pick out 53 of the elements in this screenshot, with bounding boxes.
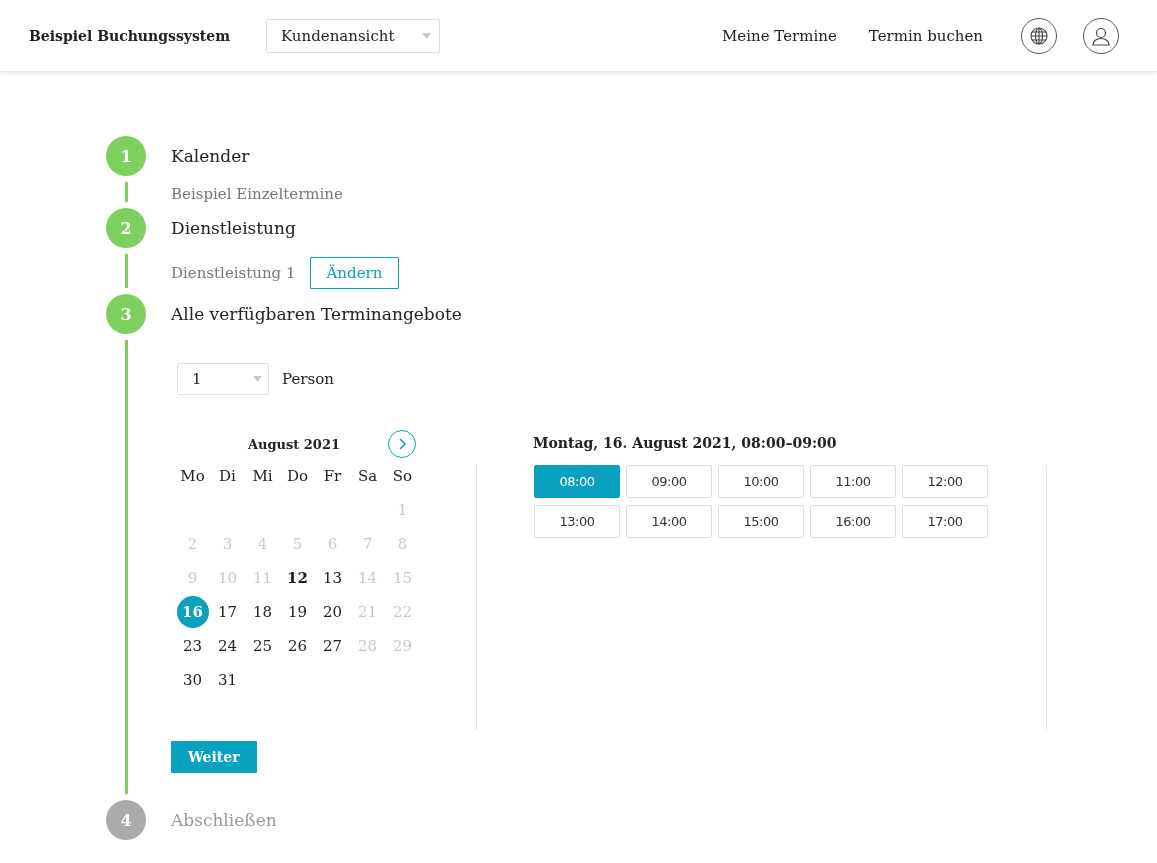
weekday-label: Do [286, 466, 309, 487]
step-summary: Beispiel Einzeltermine [171, 185, 343, 203]
brand-name: Beispiel Buchungssystem [29, 27, 230, 44]
step-summary: Dienstleistung 1 [171, 264, 296, 282]
view-select[interactable]: Kundenansicht [266, 18, 440, 53]
next-month-button[interactable] [388, 430, 416, 458]
time-slot[interactable]: 11:00 [810, 465, 896, 498]
weekday-label: So [392, 466, 413, 487]
weekday-label: Mi [252, 466, 273, 487]
calendar-day[interactable]: 27 [316, 630, 349, 662]
weekday-label: Fr [323, 466, 342, 487]
step-number: 3 [106, 294, 146, 334]
calendar-day[interactable]: 17 [211, 596, 244, 628]
calendar-day[interactable]: 31 [211, 664, 244, 696]
time-slot[interactable]: 14:00 [626, 505, 712, 538]
time-slot[interactable]: 15:00 [718, 505, 804, 538]
user-icon[interactable] [1083, 17, 1119, 54]
calendar-day[interactable]: 23 [176, 630, 209, 662]
month-title: August 2021 [247, 436, 340, 452]
calendar-day[interactable]: 19 [281, 596, 314, 628]
calendar-day[interactable]: 25 [246, 630, 279, 662]
time-slot[interactable]: 12:00 [902, 465, 988, 498]
step-title: Kalender [171, 146, 250, 166]
time-slot[interactable]: 10:00 [718, 465, 804, 498]
nav-link[interactable]: Meine Termine [722, 26, 837, 45]
persons-label: Person [282, 370, 334, 388]
chevron-right-icon [397, 438, 407, 450]
caret-icon [422, 32, 431, 39]
time-slot[interactable]: 16:00 [810, 505, 896, 538]
weekday-label: Mo [180, 466, 205, 487]
weekday-label: Di [219, 466, 236, 487]
caret-icon [253, 376, 262, 382]
step-title: Dienstleistung [171, 218, 296, 238]
calendar-day[interactable]: 20 [316, 596, 349, 628]
calendar-day[interactable]: 24 [211, 630, 244, 662]
selected-slot-title: Montag, 16. August 2021, 08:00–09:00 [533, 435, 838, 451]
calendar-day[interactable]: 26 [281, 630, 314, 662]
persons-select[interactable]: 1 [177, 363, 269, 395]
time-slot[interactable]: 09:00 [626, 465, 712, 498]
step-number: 4 [106, 800, 146, 840]
step-number: 2 [106, 208, 146, 248]
step-title: Abschließen [171, 810, 277, 830]
calendar-day[interactable]: 30 [176, 664, 209, 696]
time-slot[interactable]: 17:00 [902, 505, 988, 538]
nav-link[interactable]: Termin buchen [868, 26, 983, 45]
calendar-day[interactable]: 18 [246, 596, 279, 628]
calendar-day[interactable]: 12 [281, 562, 314, 594]
step-title: Alle verfügbaren Terminangebote [171, 304, 462, 324]
globe-icon[interactable] [1021, 17, 1057, 54]
step-number: 1 [106, 136, 146, 176]
calendar-day[interactable]: 13 [316, 562, 349, 594]
time-slot[interactable]: 13:00 [534, 505, 620, 538]
weekday-label: Sa [357, 466, 378, 487]
